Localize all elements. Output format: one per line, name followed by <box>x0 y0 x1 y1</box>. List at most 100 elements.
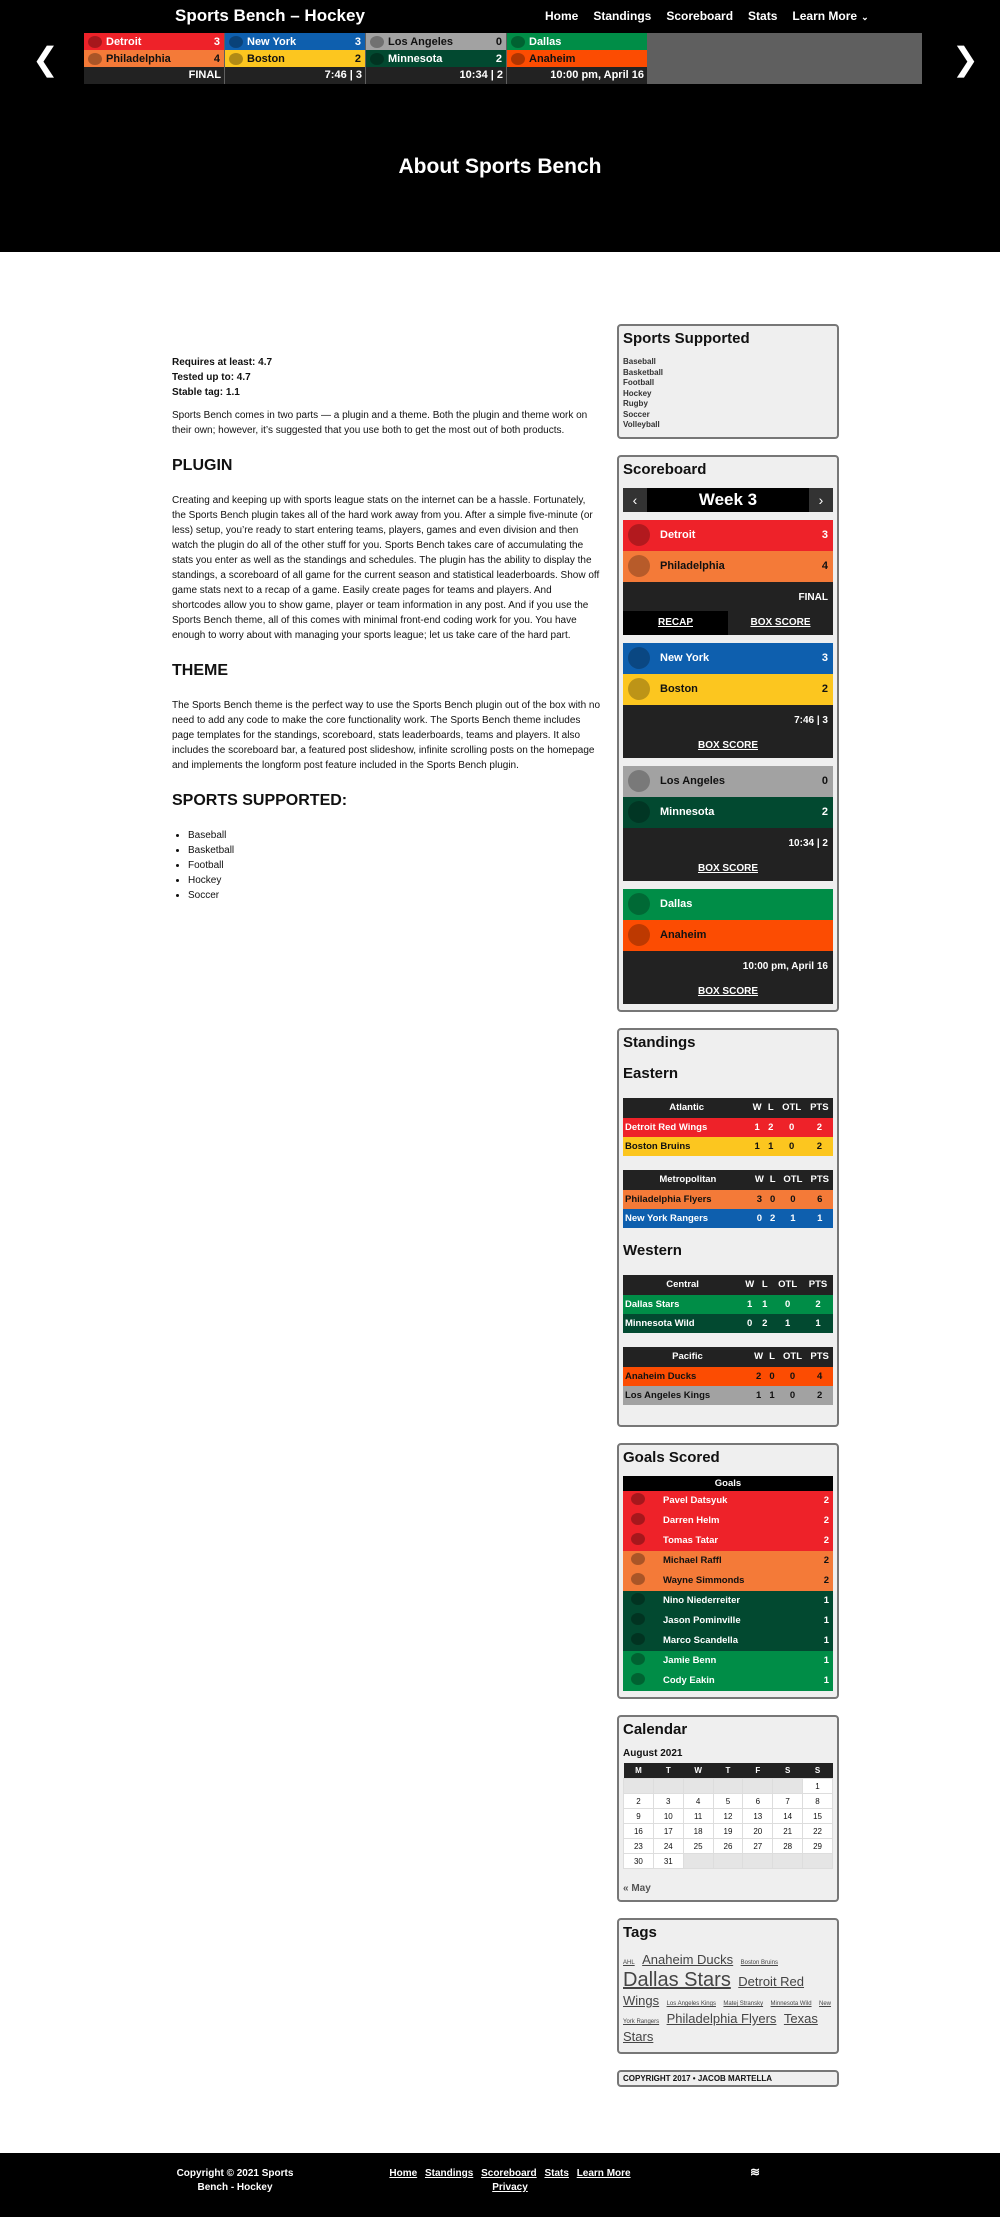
widget-title: Sports Supported <box>623 330 750 347</box>
table-row[interactable]: Jamie Benn 1 <box>623 1650 833 1671</box>
widget-title: Tags <box>623 1924 657 1941</box>
tag-link[interactable]: Dallas Stars <box>623 1969 731 1991</box>
box-score-link[interactable]: BOX SCORE <box>623 980 833 1004</box>
scorebar-game[interactable]: Detroit 3 Philadelphia 4 FINAL <box>84 33 224 84</box>
table-row[interactable]: Los Angeles Kings 1 1 0 2 <box>623 1385 833 1405</box>
sport-link[interactable]: Football <box>623 378 833 389</box>
team-logo-icon <box>631 1493 645 1505</box>
scorebar-next-arrow-icon[interactable]: ❯ <box>952 40 979 78</box>
sport-link[interactable]: Basketball <box>623 368 833 379</box>
goal-count: 2 <box>823 1515 829 1526</box>
week-next-button[interactable]: › <box>809 487 833 512</box>
footer-link-home[interactable]: Home <box>389 2168 417 2179</box>
sports-heading: SPORTS SUPPORTED: <box>172 792 348 809</box>
scorebar-game[interactable]: Dallas Anaheim 10:00 pm, April 16 <box>507 33 647 84</box>
footer-link-standings[interactable]: Standings <box>425 2168 473 2179</box>
week-label: Week 3 <box>698 489 758 509</box>
sport-link[interactable]: Baseball <box>623 357 833 368</box>
nav-home[interactable]: Home <box>545 9 578 23</box>
scorebar-prev-arrow-icon[interactable]: ❮ <box>32 40 59 78</box>
table-row[interactable]: Dallas Stars 1 1 0 2 <box>623 1294 833 1314</box>
table-row[interactable]: Marco Scandella 1 <box>623 1630 833 1651</box>
rss-icon[interactable]: ≋ <box>750 2165 760 2179</box>
table-row[interactable]: Cody Eakin 1 <box>623 1670 833 1691</box>
table-row[interactable]: Nino Niederreiter 1 <box>623 1590 833 1611</box>
table-row[interactable]: Tomas Tatar 2 <box>623 1530 833 1551</box>
column-header: PTS <box>806 1169 833 1190</box>
table-row[interactable]: Jason Pominville 1 <box>623 1610 833 1631</box>
game-status: 10:34 | 2 <box>366 67 506 84</box>
team-logo-cell <box>623 1671 663 1691</box>
tag-link[interactable]: Anaheim Ducks <box>642 1952 733 1967</box>
table-row[interactable]: Wayne Simmonds 2 <box>623 1570 833 1591</box>
stat-cell: 3 <box>756 1193 762 1205</box>
calendar-day: 30 <box>623 1853 654 1869</box>
tag-link[interactable]: AHL <box>623 1960 635 1966</box>
tested-up-to: Tested up to: 4.7 <box>172 372 251 383</box>
box-score-link[interactable]: BOX SCORE <box>728 611 833 635</box>
table-row[interactable]: Philadelphia Flyers 3 0 0 6 <box>623 1189 833 1209</box>
table-row[interactable]: Detroit Red Wings 1 2 0 2 <box>623 1117 833 1137</box>
calendar-prev-month-link[interactable]: « May <box>623 1883 833 1894</box>
stat-cell: 1 <box>815 1317 821 1329</box>
table-row[interactable]: Anaheim Ducks 2 0 0 4 <box>623 1366 833 1386</box>
scorebar-team-row: Dallas <box>507 33 647 50</box>
plugin-paragraph: Creating and keeping up with sports leag… <box>172 495 600 641</box>
player-name: Jason Pominville <box>663 1615 741 1626</box>
tag-link[interactable]: Minnesota Wild <box>771 2001 812 2007</box>
site-title[interactable]: Sports Bench – Hockey <box>175 6 365 26</box>
calendar-day: 26 <box>712 1838 744 1854</box>
box-score-link[interactable]: BOX SCORE <box>623 734 833 758</box>
nav-stats[interactable]: Stats <box>748 9 777 23</box>
tag-link[interactable]: Los Angeles Kings <box>667 2001 716 2007</box>
team-logo-cell <box>623 1491 663 1511</box>
tag-link[interactable]: Philadelphia Flyers <box>667 2011 777 2026</box>
goals-header: Goals <box>623 1475 833 1491</box>
game-links: BOX SCORE <box>623 857 833 881</box>
stat-cell: 2 <box>815 1298 821 1310</box>
table-row[interactable]: Darren Helm 2 <box>623 1510 833 1531</box>
sport-link[interactable]: Hockey <box>623 389 833 400</box>
calendar-day: 18 <box>682 1823 714 1839</box>
calendar-day <box>742 1778 774 1794</box>
calendar-day: 14 <box>772 1808 804 1824</box>
division-name: Atlantic <box>623 1097 751 1118</box>
standings-tables: Eastern Atlantic W L OTL PTS Detroit Red Wings… <box>623 1065 833 1405</box>
box-score-link[interactable]: BOX SCORE <box>623 857 833 881</box>
scorebar-game[interactable]: Los Angeles 0 Minnesota 2 10:34 | 2 <box>366 33 506 84</box>
sport-link[interactable]: Soccer <box>623 410 833 421</box>
footer-link-stats[interactable]: Stats <box>544 2168 568 2179</box>
stat-cell: 1 <box>747 1298 753 1310</box>
sport-link[interactable]: Volleyball <box>623 420 833 431</box>
theme-heading: THEME <box>172 662 228 679</box>
calendar-week: 16 17 18 19 20 21 22 <box>623 1823 833 1839</box>
team-score: 2 <box>495 52 502 65</box>
table-row[interactable]: New York Rangers 0 2 1 1 <box>623 1208 833 1228</box>
table-row[interactable]: Boston Bruins 1 1 0 2 <box>623 1136 833 1156</box>
table-row[interactable]: Minnesota Wild 0 2 1 1 <box>623 1313 833 1333</box>
standings-table: Central W L OTL PTS Dallas Stars 1 1 0 2 Minnesota… <box>623 1274 833 1333</box>
nav-learn-more[interactable]: Learn More ⌄ <box>792 9 868 23</box>
week-prev-button[interactable]: ‹ <box>623 487 647 512</box>
tag-link[interactable]: Matej Stransky <box>723 2001 763 2007</box>
goal-count: 1 <box>823 1675 829 1686</box>
team-logo-icon <box>631 1513 645 1525</box>
column-header: PTS <box>806 1346 833 1367</box>
table-row[interactable]: Pavel Datsyuk 2 <box>623 1490 833 1511</box>
team-logo-cell <box>623 1531 663 1551</box>
nav-standings[interactable]: Standings <box>593 9 651 23</box>
sport-link[interactable]: Rugby <box>623 399 833 410</box>
table-row[interactable]: Michael Raffl 2 <box>623 1550 833 1571</box>
scoreboard-bar: Detroit 3 Philadelphia 4 FINAL New York 3 Bosto… <box>84 33 922 84</box>
scorebar-game[interactable]: New York 3 Boston 2 7:46 | 3 <box>225 33 365 84</box>
recap-link[interactable]: RECAP <box>623 610 728 635</box>
stat-cell: 0 <box>747 1317 753 1329</box>
footer-link-privacy[interactable]: Privacy <box>492 2182 528 2193</box>
footer-link-scoreboard[interactable]: Scoreboard <box>481 2168 537 2179</box>
weekday-header: T <box>653 1762 684 1779</box>
tag-link[interactable]: Boston Bruins <box>741 1960 778 1966</box>
nav-scoreboard[interactable]: Scoreboard <box>666 9 733 23</box>
footer-link-learn-more[interactable]: Learn More <box>577 2168 631 2179</box>
calendar-day <box>712 1853 744 1869</box>
calendar-day: 23 <box>623 1838 654 1854</box>
